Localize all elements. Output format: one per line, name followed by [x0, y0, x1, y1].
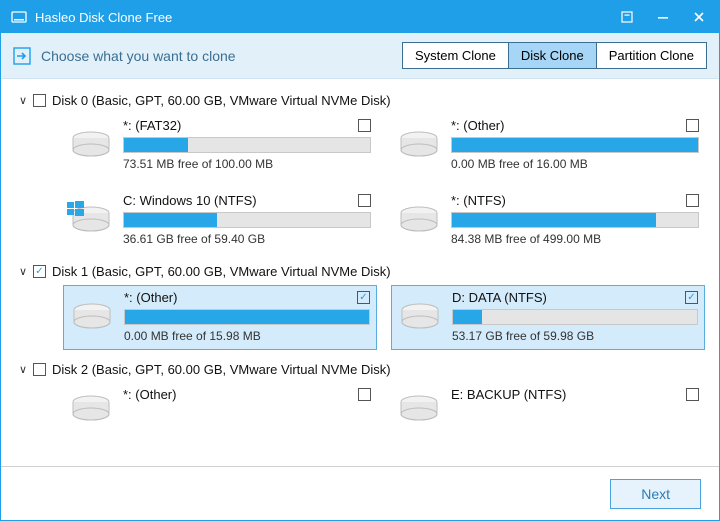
- partition-card[interactable]: D: DATA (NTFS) ✓ 53.17 GB free of 59.98 GB: [391, 285, 705, 350]
- close-icon[interactable]: [685, 3, 713, 31]
- drive-icon: [69, 198, 113, 242]
- disk-label: Disk 0 (Basic, GPT, 60.00 GB, VMware Vir…: [52, 93, 391, 108]
- usage-bar: [124, 309, 370, 325]
- partition-checkbox[interactable]: [686, 119, 699, 132]
- partition-free-text: 73.51 MB free of 100.00 MB: [123, 157, 371, 171]
- drive-icon: [69, 123, 113, 167]
- partition-body: *: (Other) ✓ 0.00 MB free of 15.98 MB: [124, 290, 370, 343]
- disk-row: ∨ Disk 2 (Basic, GPT, 60.00 GB, VMware Vi…: [15, 362, 705, 377]
- partition-card[interactable]: E: BACKUP (NTFS): [391, 383, 705, 437]
- app-title: Hasleo Disk Clone Free: [35, 10, 613, 25]
- restore-icon[interactable]: [613, 3, 641, 31]
- app-icon: [11, 9, 27, 25]
- partition-checkbox[interactable]: [358, 119, 371, 132]
- partition-free-text: 84.38 MB free of 499.00 MB: [451, 232, 699, 246]
- titlebar: Hasleo Disk Clone Free: [1, 1, 719, 33]
- drive-icon: [397, 123, 441, 167]
- partition-card[interactable]: *: (Other) ✓ 0.00 MB free of 15.98 MB: [63, 285, 377, 350]
- partition-name: D: DATA (NTFS): [452, 290, 547, 305]
- partition-grid: *: (Other) ✓ 0.00 MB free of 15.98 MB D: DA…: [63, 285, 705, 350]
- partition-body: *: (FAT32) 73.51 MB free of 100.00 MB: [123, 118, 371, 171]
- partition-name: *: (Other): [123, 387, 176, 402]
- tab-system-clone[interactable]: System Clone: [403, 43, 508, 68]
- drive-icon: [397, 198, 441, 242]
- drive-icon: [70, 295, 114, 339]
- partition-body: *: (NTFS) 84.38 MB free of 499.00 MB: [451, 193, 699, 246]
- partition-body: *: (Other): [123, 387, 371, 431]
- clone-mode-tabs: System Clone Disk Clone Partition Clone: [402, 42, 707, 69]
- disk-expander[interactable]: ∨: [15, 265, 31, 278]
- footer: Next: [1, 466, 719, 520]
- partition-checkbox[interactable]: [358, 388, 371, 401]
- partition-card[interactable]: C: Windows 10 (NTFS) 36.61 GB free of 59.…: [63, 189, 377, 252]
- disk-checkbox[interactable]: [33, 363, 46, 376]
- partition-card[interactable]: *: (Other): [63, 383, 377, 437]
- partition-checkbox[interactable]: [686, 194, 699, 207]
- partition-body: C: Windows 10 (NTFS) 36.61 GB free of 59.…: [123, 193, 371, 246]
- disk-label: Disk 2 (Basic, GPT, 60.00 GB, VMware Vir…: [52, 362, 391, 377]
- usage-bar: [451, 137, 699, 153]
- partition-card[interactable]: *: (FAT32) 73.51 MB free of 100.00 MB: [63, 114, 377, 177]
- sub-header: Choose what you want to clone System Clo…: [1, 33, 719, 79]
- clone-direction-icon: [13, 47, 31, 65]
- disk-row: ∨✓ Disk 1 (Basic, GPT, 60.00 GB, VMware V…: [15, 264, 705, 279]
- partition-checkbox[interactable]: ✓: [685, 291, 698, 304]
- partition-name: E: BACKUP (NTFS): [451, 387, 566, 402]
- next-button[interactable]: Next: [610, 479, 701, 509]
- sub-header-text: Choose what you want to clone: [41, 48, 402, 64]
- partition-name: C: Windows 10 (NTFS): [123, 193, 257, 208]
- tab-partition-clone[interactable]: Partition Clone: [596, 43, 706, 68]
- partition-name: *: (FAT32): [123, 118, 181, 133]
- partition-grid: *: (Other) E: BACKUP (NTFS): [63, 383, 705, 437]
- partition-card[interactable]: *: (NTFS) 84.38 MB free of 499.00 MB: [391, 189, 705, 252]
- partition-name: *: (Other): [124, 290, 177, 305]
- disk-list: ∨ Disk 0 (Basic, GPT, 60.00 GB, VMware Vi…: [1, 79, 719, 468]
- disk-row: ∨ Disk 0 (Basic, GPT, 60.00 GB, VMware Vi…: [15, 93, 705, 108]
- disk-expander[interactable]: ∨: [15, 94, 31, 107]
- disk-expander[interactable]: ∨: [15, 363, 31, 376]
- window-buttons: [613, 3, 713, 31]
- usage-bar: [123, 212, 371, 228]
- partition-body: D: DATA (NTFS) ✓ 53.17 GB free of 59.98 GB: [452, 290, 698, 343]
- disk-checkbox[interactable]: ✓: [33, 265, 46, 278]
- disk-checkbox[interactable]: [33, 94, 46, 107]
- partition-free-text: 53.17 GB free of 59.98 GB: [452, 329, 698, 343]
- usage-bar: [452, 309, 698, 325]
- partition-card[interactable]: *: (Other) 0.00 MB free of 16.00 MB: [391, 114, 705, 177]
- partition-checkbox[interactable]: [686, 388, 699, 401]
- partition-checkbox[interactable]: ✓: [357, 291, 370, 304]
- tab-disk-clone[interactable]: Disk Clone: [508, 43, 596, 68]
- drive-icon: [398, 295, 442, 339]
- usage-bar: [123, 137, 371, 153]
- drive-icon: [397, 387, 441, 431]
- partition-free-text: 36.61 GB free of 59.40 GB: [123, 232, 371, 246]
- usage-bar: [451, 212, 699, 228]
- minimize-icon[interactable]: [649, 3, 677, 31]
- partition-name: *: (NTFS): [451, 193, 506, 208]
- partition-name: *: (Other): [451, 118, 504, 133]
- partition-grid: *: (FAT32)73.51 MB free of 100.00 MB*: (…: [63, 114, 705, 252]
- partition-free-text: 0.00 MB free of 16.00 MB: [451, 157, 699, 171]
- drive-icon: [69, 387, 113, 431]
- disk-label: Disk 1 (Basic, GPT, 60.00 GB, VMware Vir…: [52, 264, 391, 279]
- partition-body: E: BACKUP (NTFS): [451, 387, 699, 431]
- partition-body: *: (Other) 0.00 MB free of 16.00 MB: [451, 118, 699, 171]
- partition-checkbox[interactable]: [358, 194, 371, 207]
- partition-free-text: 0.00 MB free of 15.98 MB: [124, 329, 370, 343]
